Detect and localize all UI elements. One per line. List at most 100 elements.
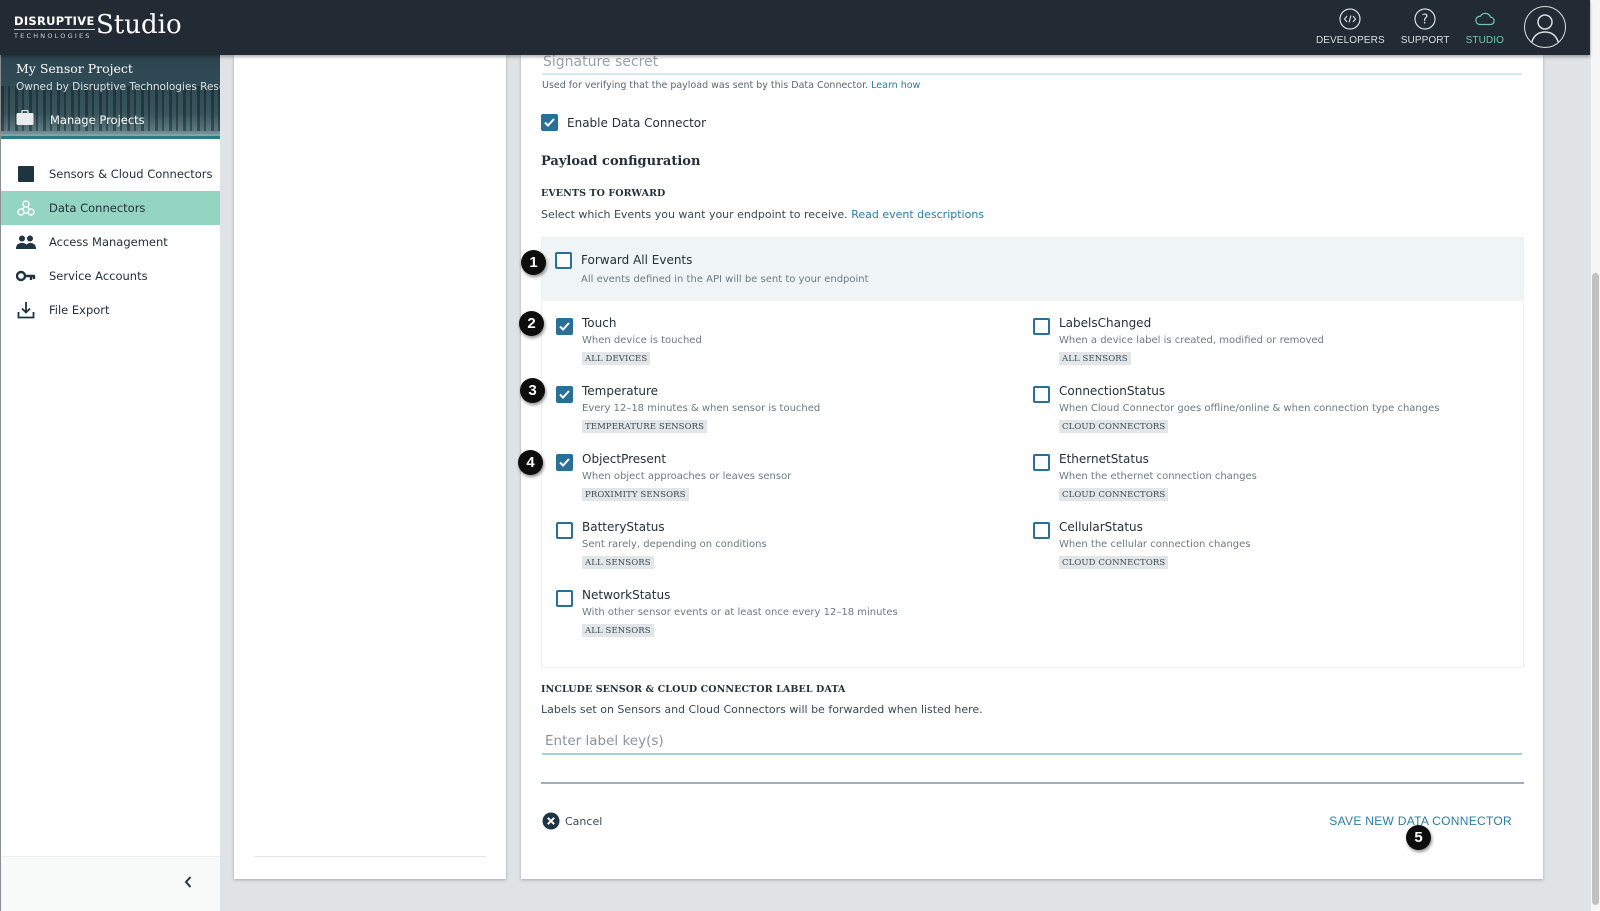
webhook-icon: [16, 198, 36, 218]
event-name: ObjectPresent: [582, 452, 667, 466]
user-avatar[interactable]: [1524, 6, 1566, 48]
people-icon: [16, 232, 36, 252]
sidebar-item-label: File Export: [49, 303, 110, 317]
learn-how-link[interactable]: Learn how: [871, 80, 920, 91]
event-checkbox[interactable]: [556, 522, 573, 539]
event-tag: CLOUD CONNECTORS: [1059, 488, 1169, 501]
checkmark-icon: [559, 458, 570, 467]
sidebar-footer: [1, 856, 220, 911]
checkmark-icon: [559, 390, 570, 399]
event-tag: ALL SENSORS: [582, 556, 654, 569]
forward-all-label: Forward All Events: [581, 253, 693, 267]
event-touch[interactable]: Touch When device is touched ALL DEVICES: [556, 316, 702, 365]
event-name: EthernetStatus: [1059, 452, 1149, 466]
event-temperature[interactable]: Temperature Every 12–18 minutes & when s…: [556, 384, 820, 433]
nav-developers-label: DEVELOPERS: [1315, 35, 1385, 46]
events-box: Forward All Events All events defined in…: [541, 237, 1524, 668]
signature-secret-input[interactable]: Signature secret: [542, 55, 1522, 75]
event-tag: ALL SENSORS: [582, 624, 654, 637]
event-labels-changed[interactable]: LabelsChanged When a device label is cre…: [1033, 316, 1324, 365]
event-desc: When Cloud Connector goes offline/online…: [1059, 403, 1440, 414]
project-name: My Sensor Project: [16, 61, 133, 76]
sidebar-item-sensors[interactable]: Sensors & Cloud Connectors: [1, 157, 220, 191]
svg-text:?: ?: [1422, 13, 1429, 28]
cloud-icon: [1474, 8, 1496, 30]
event-desc: With other sensor events or at least onc…: [582, 607, 898, 618]
event-tag: PROXIMITY SENSORS: [582, 488, 689, 501]
sidebar-item-label: Sensors & Cloud Connectors: [49, 167, 213, 181]
nav-support[interactable]: ? SUPPORT: [1401, 0, 1450, 46]
sidebar-item-access-management[interactable]: Access Management: [1, 225, 220, 259]
brand-logo[interactable]: DISRUPTIVE TECHNOLOGIES: [14, 15, 95, 40]
event-checkbox[interactable]: [1033, 318, 1050, 335]
app-title: Studio: [96, 10, 182, 40]
labels-heading: INCLUDE SENSOR & CLOUD CONNECTOR LABEL D…: [541, 684, 846, 695]
top-bar: DISRUPTIVE TECHNOLOGIES Studio DEVELOPER…: [0, 0, 1590, 55]
event-checkbox[interactable]: [556, 318, 573, 335]
top-nav: DEVELOPERS ? SUPPORT STUDIO: [1316, 0, 1590, 55]
cancel-button[interactable]: Cancel: [542, 812, 602, 830]
list-divider: [254, 856, 486, 857]
project-owner: Owned by Disruptive Technologies Researc…: [16, 81, 220, 93]
annotation-badge: 4: [518, 450, 543, 475]
events-heading: EVENTS TO FORWARD: [541, 188, 666, 199]
event-checkbox[interactable]: [556, 454, 573, 471]
manage-projects-label: Manage Projects: [50, 112, 145, 127]
event-connection-status[interactable]: ConnectionStatus When Cloud Connector go…: [1033, 384, 1439, 433]
event-checkbox[interactable]: [1033, 454, 1050, 471]
download-icon: [16, 300, 36, 320]
nav-developers[interactable]: DEVELOPERS: [1316, 0, 1385, 46]
payload-config-title: Payload configuration: [541, 154, 701, 169]
event-tag: ALL DEVICES: [582, 352, 651, 365]
annotation-badge: 5: [1406, 825, 1431, 850]
forward-all-events-row[interactable]: Forward All Events All events defined in…: [542, 238, 1523, 301]
nav-support-label: SUPPORT: [1400, 35, 1450, 46]
event-checkbox[interactable]: [556, 590, 573, 607]
close-circle-icon: [542, 812, 560, 830]
manage-projects-button[interactable]: Manage Projects: [16, 109, 145, 129]
scrollbar-thumb[interactable]: [1592, 273, 1599, 905]
event-network-status[interactable]: NetworkStatus With other sensor events o…: [556, 588, 898, 637]
event-checkbox[interactable]: [1033, 522, 1050, 539]
sidebar-nav: Sensors & Cloud Connectors Data Connecto…: [1, 157, 220, 327]
event-name: NetworkStatus: [582, 588, 671, 602]
sidebar-item-file-export[interactable]: File Export: [1, 293, 220, 327]
event-desc: When the cellular connection changes: [1059, 539, 1251, 550]
form-divider: [541, 782, 1524, 784]
event-battery-status[interactable]: BatteryStatus Sent rarely, depending on …: [556, 520, 767, 569]
nav-studio[interactable]: STUDIO: [1466, 0, 1504, 46]
annotation-badge: 3: [520, 378, 545, 403]
sidebar-item-label: Service Accounts: [49, 269, 148, 283]
labels-description: Labels set on Sensors and Cloud Connecto…: [541, 703, 983, 716]
event-checkbox[interactable]: [556, 386, 573, 403]
event-name: LabelsChanged: [1059, 316, 1152, 330]
brand-name: DISRUPTIVE: [14, 14, 95, 30]
read-event-descriptions-link[interactable]: Read event descriptions: [851, 208, 984, 221]
events-text: Select which Events you want your endpoi…: [541, 208, 848, 221]
event-desc: Every 12–18 minutes & when sensor is tou…: [582, 403, 821, 414]
event-tag: TEMPERATURE SENSORS: [582, 420, 708, 433]
event-name: BatteryStatus: [582, 520, 665, 534]
sidebar: My Sensor Project Owned by Disruptive Te…: [0, 55, 220, 911]
label-keys-input[interactable]: Enter label key(s): [542, 728, 1522, 755]
user-icon: [1530, 14, 1560, 46]
event-cellular-status[interactable]: CellularStatus When the cellular connect…: [1033, 520, 1251, 569]
cancel-label: Cancel: [565, 814, 603, 828]
enable-connector-row[interactable]: Enable Data Connector: [541, 114, 706, 131]
event-tag: CLOUD CONNECTORS: [1059, 556, 1169, 569]
event-desc: When device is touched: [582, 335, 702, 346]
collapse-sidebar-button[interactable]: [180, 872, 196, 892]
event-checkbox[interactable]: [1033, 386, 1050, 403]
forward-all-desc: All events defined in the API will be se…: [581, 274, 869, 285]
event-ethernet-status[interactable]: EthernetStatus When the ethernet connect…: [1033, 452, 1257, 501]
event-desc: When object approaches or leaves sensor: [582, 471, 792, 482]
event-desc: When a device label is created, modified…: [1059, 335, 1324, 346]
help-icon: ?: [1414, 8, 1436, 30]
sidebar-item-service-accounts[interactable]: Service Accounts: [1, 259, 220, 293]
enable-connector-checkbox[interactable]: [541, 114, 558, 131]
sidebar-item-data-connectors[interactable]: Data Connectors: [1, 191, 220, 225]
event-object-present[interactable]: ObjectPresent When object approaches or …: [556, 452, 791, 501]
forward-all-checkbox[interactable]: [555, 252, 572, 269]
event-desc: When the ethernet connection changes: [1059, 471, 1257, 482]
nav-studio-label: STUDIO: [1465, 35, 1504, 46]
